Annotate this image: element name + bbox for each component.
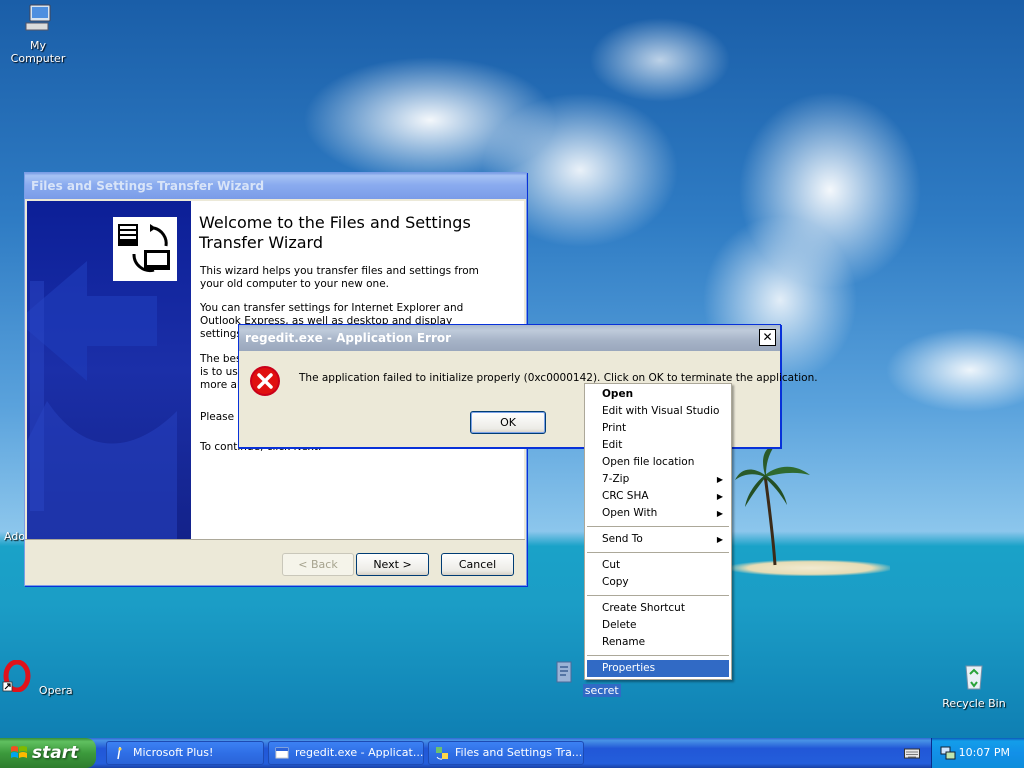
taskbar-button-label: Microsoft Plus! [133, 746, 214, 759]
error-title: regedit.exe - Application Error [245, 331, 452, 345]
back-button[interactable]: < Back [282, 553, 354, 576]
menu-item-crc-sha[interactable]: CRC SHA ▶ [585, 488, 731, 505]
menu-item-delete[interactable]: Delete [585, 617, 731, 634]
menu-separator [587, 526, 729, 527]
taskbar: start Microsoft Plus! regedit.exe - Appl… [0, 738, 1024, 768]
network-icon[interactable] [940, 745, 956, 761]
desktop-icon-label: My Computer [10, 39, 66, 65]
menu-item-cut[interactable]: Cut [585, 557, 731, 574]
error-title-bar[interactable]: regedit.exe - Application Error ✕ [239, 325, 780, 351]
desktop-icon-opera[interactable]: Opera [0, 659, 76, 697]
next-button[interactable]: Next > [356, 553, 429, 576]
submenu-arrow-icon: ▶ [716, 475, 723, 484]
menu-separator [587, 595, 729, 596]
taskbar-button-label: Files and Settings Tra... [455, 746, 583, 759]
wizard-divider [25, 539, 525, 540]
error-message: The application failed to initialize pro… [299, 372, 818, 384]
menu-item-rename[interactable]: Rename [585, 634, 731, 651]
taskbar-button-transfer-wizard[interactable]: Files and Settings Tra... [428, 741, 584, 765]
computer-icon [25, 4, 51, 31]
close-button[interactable]: ✕ [759, 329, 776, 346]
keyboard-icon[interactable] [904, 746, 920, 760]
error-icon [250, 366, 280, 396]
desktop-icon-partial-label: Ado [4, 530, 26, 543]
wizard-paragraph: This wizard helps you transfer files and… [200, 265, 479, 290]
opera-icon [3, 659, 31, 693]
file-icon [556, 661, 572, 683]
desktop-icon-label: Recycle Bin [942, 697, 1006, 710]
menu-item-open[interactable]: Open [585, 386, 731, 403]
desktop-icon-label: secret [582, 684, 621, 697]
microsoft-plus-icon [117, 746, 122, 760]
wizard-title: Files and Settings Transfer Wizard [31, 179, 265, 193]
windows-flag-icon [11, 746, 27, 758]
submenu-arrow-icon: ▶ [716, 535, 723, 544]
context-menu[interactable]: Open Edit with Visual Studio Print Edit … [584, 383, 732, 680]
wizard-logo-icon [113, 217, 177, 281]
clock[interactable]: 10:07 PM [959, 746, 1010, 759]
taskbar-button-label: regedit.exe - Applicat... [295, 746, 424, 759]
desktop-icon-recycle-bin[interactable]: Recycle Bin [936, 660, 1012, 710]
menu-item-copy[interactable]: Copy [585, 574, 731, 591]
menu-item-open-file-location[interactable]: Open file location [585, 454, 731, 471]
submenu-arrow-icon: ▶ [716, 509, 723, 518]
transfer-wizard-icon [436, 747, 448, 760]
menu-separator [587, 552, 729, 553]
desktop-icon-my-computer[interactable]: My Computer [0, 2, 76, 65]
wizard-heading: Welcome to the Files and Settings Transf… [199, 213, 471, 252]
menu-item-send-to[interactable]: Send To ▶ [585, 531, 731, 548]
menu-item-create-shortcut[interactable]: Create Shortcut [585, 600, 731, 617]
menu-item-open-with[interactable]: Open With ▶ [585, 505, 731, 522]
start-label: start [32, 743, 79, 763]
wizard-title-bar[interactable]: Files and Settings Transfer Wizard [25, 173, 526, 199]
cancel-button[interactable]: Cancel [441, 553, 514, 576]
menu-separator [587, 655, 729, 656]
taskbar-button-microsoft-plus[interactable]: Microsoft Plus! [106, 741, 264, 765]
system-tray: 10:07 PM [931, 738, 1024, 768]
menu-item-print[interactable]: Print [585, 420, 731, 437]
wizard-side-banner [27, 201, 191, 539]
window-icon [275, 747, 289, 759]
recycle-bin-icon [965, 665, 983, 690]
ok-button[interactable]: OK [470, 411, 546, 434]
taskbar-button-regedit[interactable]: regedit.exe - Applicat... [268, 741, 424, 765]
menu-item-edit-with-visual-studio[interactable]: Edit with Visual Studio [585, 403, 731, 420]
menu-item-edit[interactable]: Edit [585, 437, 731, 454]
menu-item-7zip[interactable]: 7-Zip ▶ [585, 471, 731, 488]
start-button[interactable]: start [0, 738, 96, 768]
desktop-icon-label: Opera [38, 684, 73, 697]
menu-item-properties[interactable]: Properties [587, 660, 729, 677]
palm-tree-image [735, 445, 810, 566]
submenu-arrow-icon: ▶ [716, 492, 723, 501]
